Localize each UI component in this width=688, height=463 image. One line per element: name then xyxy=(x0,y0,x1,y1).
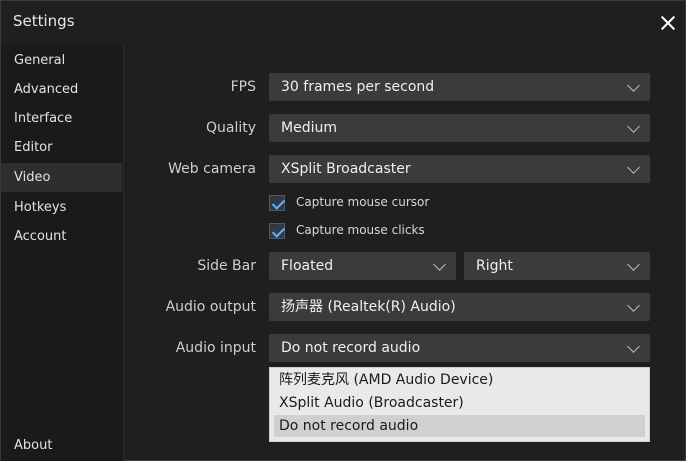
quality-label: Quality xyxy=(205,120,256,136)
chevron-down-icon xyxy=(627,79,640,92)
check-icon xyxy=(271,224,286,238)
audio-input-option-amd[interactable]: 阵列麦克风 (AMD Audio Device) xyxy=(274,369,645,391)
capture-clicks-checkbox[interactable] xyxy=(269,223,286,239)
audio-input-label: Audio input xyxy=(175,340,256,356)
webcam-value: XSplit Broadcaster xyxy=(281,161,411,177)
audio-output-value: 扬声器 (Realtek(R) Audio) xyxy=(281,299,456,315)
fps-value: 30 frames per second xyxy=(281,79,435,95)
sidebar-item-about[interactable]: About xyxy=(1,431,122,460)
chevron-down-icon xyxy=(627,299,640,312)
audio-output-label: Audio output xyxy=(165,299,256,315)
quality-value: Medium xyxy=(281,120,337,136)
chevron-down-icon xyxy=(627,340,640,353)
chevron-down-icon xyxy=(627,161,640,174)
capture-cursor-checkbox[interactable] xyxy=(269,195,286,211)
audio-input-select[interactable]: Do not record audio xyxy=(269,334,650,362)
sidebar-setting-label: Side Bar xyxy=(197,258,256,274)
window-title: Settings xyxy=(13,12,75,30)
fps-select[interactable]: 30 frames per second xyxy=(269,73,650,101)
chevron-down-icon xyxy=(627,258,640,271)
webcam-select[interactable]: XSplit Broadcaster xyxy=(269,155,650,183)
audio-output-select[interactable]: 扬声器 (Realtek(R) Audio) xyxy=(269,293,650,321)
sidebar-item-account[interactable]: Account xyxy=(1,222,122,251)
sidebar-item-editor[interactable]: Editor xyxy=(1,133,122,162)
audio-input-value: Do not record audio xyxy=(281,340,421,356)
capture-cursor-label: Capture mouse cursor xyxy=(296,195,430,209)
audio-input-option-none[interactable]: Do not record audio xyxy=(274,415,645,437)
sidebar-position-value: Right xyxy=(476,258,513,274)
audio-input-option-xsplit[interactable]: XSplit Audio (Broadcaster) xyxy=(274,392,645,414)
chevron-down-icon xyxy=(627,120,640,133)
title-bar: Settings xyxy=(1,1,685,45)
chevron-down-icon xyxy=(433,258,446,271)
sidebar-item-hotkeys[interactable]: Hotkeys xyxy=(1,193,122,222)
sidebar-mode-value: Floated xyxy=(281,258,334,274)
sidebar-position-select[interactable]: Right xyxy=(464,252,650,280)
check-icon xyxy=(271,196,286,210)
webcam-label: Web camera xyxy=(168,161,256,177)
settings-window: Settings General Advanced Interface Edit… xyxy=(0,0,686,461)
capture-clicks-label: Capture mouse clicks xyxy=(296,223,425,237)
audio-input-dropdown: 阵列麦克风 (AMD Audio Device) XSplit Audio (B… xyxy=(269,367,650,442)
sidebar-item-general[interactable]: General xyxy=(1,46,122,75)
quality-select[interactable]: Medium xyxy=(269,114,650,142)
sidebar-mode-select[interactable]: Floated xyxy=(269,252,456,280)
fps-label: FPS xyxy=(230,79,256,95)
close-icon[interactable] xyxy=(657,12,679,34)
sidebar: General Advanced Interface Editor Video … xyxy=(1,45,124,461)
